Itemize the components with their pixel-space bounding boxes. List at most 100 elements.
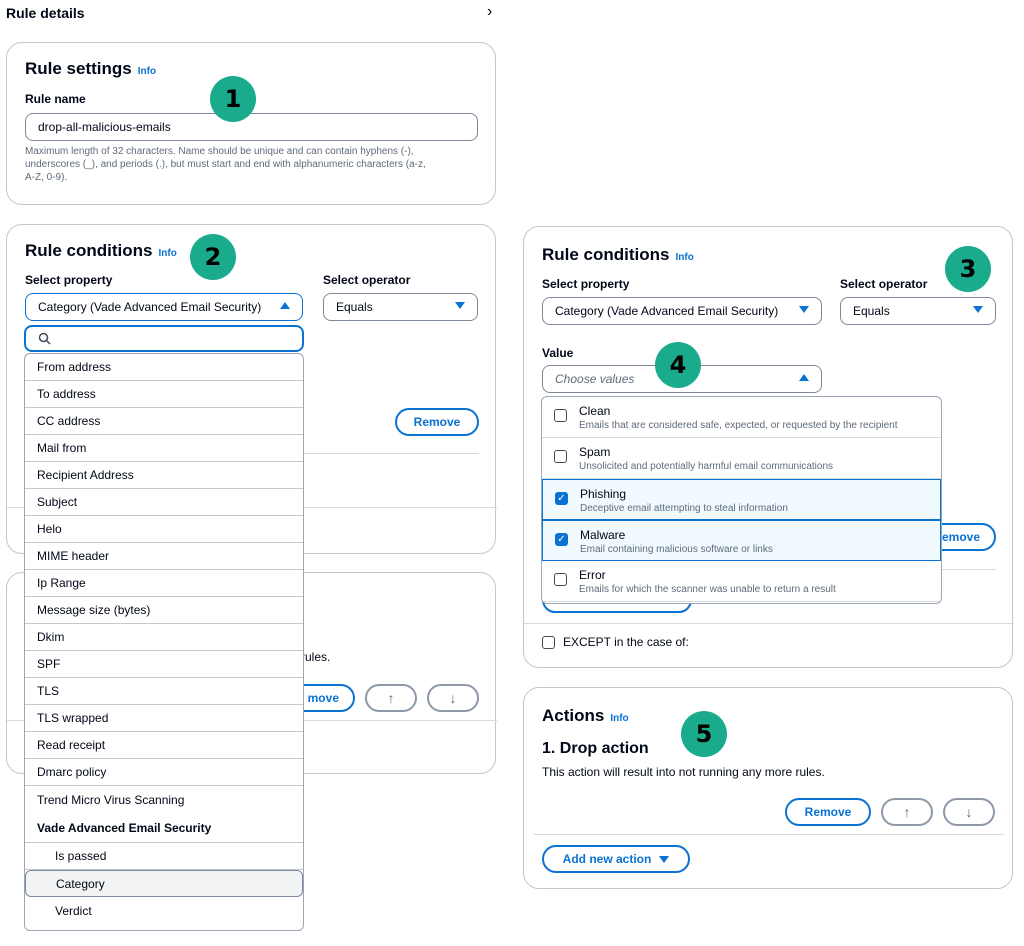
divider xyxy=(524,623,1014,624)
remove-button[interactable]: Remove xyxy=(395,408,479,436)
checkbox[interactable] xyxy=(554,409,567,422)
dropdown-group-header: Vade Advanced Email Security xyxy=(25,813,303,843)
rule-name-label: Rule name xyxy=(25,92,86,106)
value-option-description: Email containing malicious software or l… xyxy=(580,544,773,555)
caret-up-icon xyxy=(799,374,809,381)
help-line: Maximum length of 32 characters. Name sh… xyxy=(25,146,414,157)
actions-card: Actions Info 1. Drop action This action w… xyxy=(523,687,1013,889)
rule-name-help: Maximum length of 32 characters. Name sh… xyxy=(25,145,485,184)
value-option[interactable]: Error Emails for which the scanner was un… xyxy=(542,561,941,602)
dropdown-option[interactable]: Message size (bytes) xyxy=(25,597,303,624)
action-description: This action will result into not running… xyxy=(542,765,825,779)
select-property-label: Select property xyxy=(25,273,113,287)
info-link[interactable]: Info xyxy=(676,252,694,263)
move-down-button[interactable]: ↓ xyxy=(427,684,479,712)
dropdown-option[interactable]: Verdict xyxy=(25,897,303,924)
property-search-input[interactable] xyxy=(24,325,304,352)
info-link[interactable]: Info xyxy=(159,248,177,259)
rule-settings-heading: Rule settings Info xyxy=(25,59,156,79)
dropdown-option[interactable]: Helo xyxy=(25,516,303,543)
add-new-action-button[interactable]: Add new action xyxy=(542,845,690,873)
step-badge-2: 2 xyxy=(190,234,236,280)
operator-select[interactable]: Equals xyxy=(323,293,478,321)
caret-down-icon xyxy=(973,306,983,313)
except-checkbox[interactable] xyxy=(542,635,555,649)
info-link[interactable]: Info xyxy=(610,713,628,724)
property-select-value: Category (Vade Advanced Email Security) xyxy=(38,300,262,314)
arrow-up-icon: ↑ xyxy=(903,804,911,820)
dropdown-option[interactable]: Mail from xyxy=(25,435,303,462)
dropdown-option[interactable]: Read receipt xyxy=(25,732,303,759)
dropdown-option-selected[interactable]: Category xyxy=(25,870,303,897)
actions-title: Actions xyxy=(542,706,605,725)
dropdown-option[interactable]: TLS wrapped xyxy=(25,705,303,732)
dropdown-option[interactable]: CC address xyxy=(25,408,303,435)
dropdown-option[interactable]: MIME header xyxy=(25,543,303,570)
select-operator-label: Select operator xyxy=(323,273,411,287)
caret-down-icon xyxy=(659,855,670,863)
partial-text: rules. xyxy=(301,650,331,664)
value-options-list: Clean Emails that are considered safe, ex… xyxy=(541,396,942,604)
operator-select[interactable]: Equals xyxy=(840,297,996,325)
help-line: A-Z, 0-9). xyxy=(25,172,68,183)
divider xyxy=(534,834,1004,835)
action-title: 1. Drop action xyxy=(542,740,649,757)
property-select[interactable]: Category (Vade Advanced Email Security) xyxy=(25,293,303,321)
info-link[interactable]: Info xyxy=(138,66,156,77)
value-option-text: Phishing Deceptive email attempting to st… xyxy=(580,487,788,514)
value-option[interactable]: ✓ Phishing Deceptive email attempting to s… xyxy=(542,479,941,520)
left-conditions-heading: Rule conditions Info xyxy=(25,241,177,261)
operator-select-value: Equals xyxy=(336,300,373,314)
step-badge-5: 5 xyxy=(681,711,727,757)
property-select-value: Category (Vade Advanced Email Security) xyxy=(555,304,779,318)
dropdown-option[interactable]: Dkim xyxy=(25,624,303,651)
search-icon xyxy=(38,332,51,345)
value-option-title: Spam xyxy=(579,445,611,459)
dropdown-option[interactable]: SPF xyxy=(25,651,303,678)
arrow-down-icon: ↓ xyxy=(449,690,457,706)
checkbox-checked[interactable]: ✓ xyxy=(555,533,568,546)
value-option[interactable]: Clean Emails that are considered safe, ex… xyxy=(542,397,941,438)
operator-select-value: Equals xyxy=(853,304,890,318)
value-placeholder: Choose values xyxy=(555,372,635,386)
rule-settings-title: Rule settings xyxy=(25,59,132,78)
dropdown-option[interactable]: TLS xyxy=(25,678,303,705)
value-option-description: Emails that are considered safe, expecte… xyxy=(579,420,898,431)
dropdown-option[interactable]: From address xyxy=(25,354,303,381)
checkbox-checked[interactable]: ✓ xyxy=(555,492,568,505)
dropdown-option[interactable]: Dmarc policy xyxy=(25,759,303,786)
add-action-label: Add new action xyxy=(562,852,652,866)
dropdown-option[interactable]: Subject xyxy=(25,489,303,516)
chevron-right-icon[interactable]: › xyxy=(487,3,492,21)
except-checkbox-row[interactable]: EXCEPT in the case of: xyxy=(542,635,689,649)
value-option-description: Unsolicited and potentially harmful emai… xyxy=(579,461,834,472)
rule-settings-card: Rule settings Info Rule name drop-all-mal… xyxy=(6,42,496,205)
value-option-title: Phishing xyxy=(580,487,627,501)
dropdown-option[interactable]: Ip Range xyxy=(25,570,303,597)
value-option-text: Error Emails for which the scanner was un… xyxy=(579,568,836,595)
dropdown-option[interactable]: Is passed xyxy=(25,843,303,870)
value-option[interactable]: ✓ Malware Email containing malicious softw… xyxy=(542,520,941,561)
dropdown-option[interactable]: Trend Micro Virus Scanning xyxy=(25,786,303,813)
step-badge-3: 3 xyxy=(945,246,991,292)
value-label: Value xyxy=(542,346,574,360)
remove-action-button[interactable]: Remove xyxy=(785,798,871,826)
help-line: underscores (_), and periods (.), but mu… xyxy=(25,159,426,170)
rule-name-input[interactable]: drop-all-malicious-emails xyxy=(25,113,478,141)
value-option-title: Error xyxy=(579,568,606,582)
checkbox[interactable] xyxy=(554,573,567,586)
page-title: Rule details xyxy=(6,5,85,21)
caret-up-icon xyxy=(280,302,290,309)
right-conditions-title: Rule conditions xyxy=(542,245,670,264)
dropdown-option[interactable]: To address xyxy=(25,381,303,408)
move-up-button[interactable]: ↑ xyxy=(365,684,417,712)
checkbox[interactable] xyxy=(554,450,567,463)
move-down-button[interactable]: ↓ xyxy=(943,798,995,826)
step-badge-4: 4 xyxy=(655,342,701,388)
value-option[interactable]: Spam Unsolicited and potentially harmful … xyxy=(542,438,941,479)
dropdown-option[interactable]: Recipient Address xyxy=(25,462,303,489)
arrow-up-icon: ↑ xyxy=(387,690,395,706)
value-option-text: Clean Emails that are considered safe, ex… xyxy=(579,404,898,431)
property-select[interactable]: Category (Vade Advanced Email Security) xyxy=(542,297,822,325)
move-up-button[interactable]: ↑ xyxy=(881,798,933,826)
